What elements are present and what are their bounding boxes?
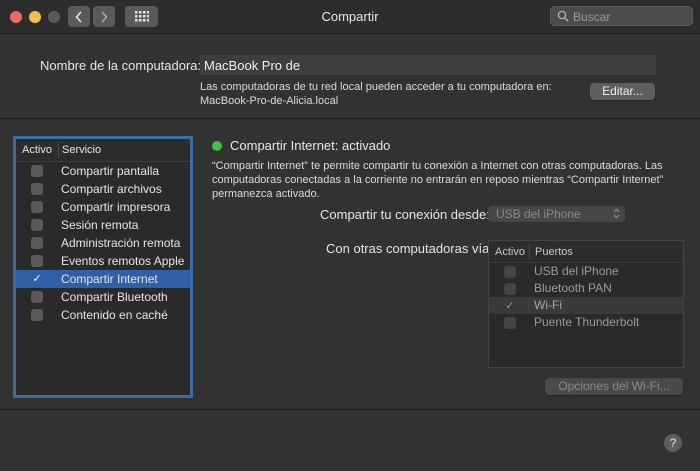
to-computers-label: Con otras computadoras vía: bbox=[326, 241, 493, 256]
service-checkbox[interactable] bbox=[31, 291, 43, 303]
back-button[interactable] bbox=[68, 6, 90, 27]
port-checkbox[interactable] bbox=[504, 283, 516, 295]
service-row[interactable]: Compartir archivos bbox=[16, 180, 190, 198]
port-checkbox[interactable] bbox=[504, 317, 516, 329]
service-checkbox[interactable] bbox=[31, 237, 43, 249]
bottom-divider bbox=[0, 409, 700, 410]
service-label: Compartir Internet bbox=[61, 272, 158, 286]
port-row[interactable]: ✓ Wi-Fi bbox=[489, 297, 683, 314]
service-row[interactable]: Compartir impresora bbox=[16, 198, 190, 216]
chevron-left-icon bbox=[75, 10, 82, 23]
computer-name-field[interactable] bbox=[200, 55, 656, 75]
local-hostname: MacBook-Pro-de-Alicia.local bbox=[200, 95, 339, 107]
column-header-service: Servicio bbox=[62, 144, 102, 156]
service-label: Compartir impresora bbox=[61, 200, 171, 214]
column-separator bbox=[58, 142, 59, 158]
description-line: permanezca activado. bbox=[212, 188, 320, 200]
services-list-header: Activo Servicio bbox=[16, 139, 190, 162]
service-row[interactable]: Compartir pantalla bbox=[16, 162, 190, 180]
service-checkbox[interactable] bbox=[31, 255, 43, 267]
ports-list[interactable]: Activo Puertos USB del iPhone Bluetooth P… bbox=[488, 240, 684, 368]
zoom-window-button[interactable] bbox=[48, 11, 60, 23]
share-from-label: Compartir tu conexión desde: bbox=[320, 207, 490, 222]
chevron-right-icon bbox=[101, 10, 108, 23]
forward-button[interactable] bbox=[93, 6, 115, 27]
network-info-text: Las computadoras de tu red local pueden … bbox=[200, 81, 552, 93]
edit-button[interactable]: Editar... bbox=[590, 83, 655, 100]
service-checkbox[interactable] bbox=[31, 183, 43, 195]
port-row[interactable]: Puente Thunderbolt bbox=[489, 314, 683, 331]
service-row[interactable]: Sesión remota bbox=[16, 216, 190, 234]
service-label: Compartir archivos bbox=[61, 182, 162, 196]
service-checkbox[interactable] bbox=[31, 201, 43, 213]
service-label: Eventos remotos Apple bbox=[61, 254, 185, 268]
help-button[interactable]: ? bbox=[664, 434, 682, 452]
column-header-active: Activo bbox=[495, 246, 525, 258]
updown-chevron-icon bbox=[613, 208, 620, 219]
service-row[interactable]: Eventos remotos Apple bbox=[16, 252, 190, 270]
ports-list-header: Activo Puertos bbox=[489, 241, 683, 263]
close-window-button[interactable] bbox=[10, 11, 22, 23]
port-label: Bluetooth PAN bbox=[534, 281, 612, 295]
port-label: Puente Thunderbolt bbox=[534, 315, 640, 329]
service-row[interactable]: Compartir Bluetooth bbox=[16, 288, 190, 306]
column-separator bbox=[529, 244, 530, 259]
description-line: “Compartir Internet” te permite comparti… bbox=[212, 160, 663, 172]
search-icon bbox=[557, 10, 569, 22]
service-checkbox[interactable] bbox=[31, 219, 43, 231]
port-checkbox[interactable] bbox=[504, 266, 516, 278]
port-row[interactable]: Bluetooth PAN bbox=[489, 280, 683, 297]
service-checkbox[interactable] bbox=[31, 165, 43, 177]
search-field[interactable] bbox=[550, 6, 693, 26]
service-label: Sesión remota bbox=[61, 218, 139, 232]
port-row[interactable]: USB del iPhone bbox=[489, 263, 683, 280]
service-row[interactable]: ✓ Compartir Internet bbox=[16, 270, 190, 288]
service-label: Compartir Bluetooth bbox=[61, 290, 168, 304]
service-label: Administración remota bbox=[61, 236, 181, 250]
status-indicator-icon bbox=[212, 141, 222, 151]
section-divider bbox=[0, 118, 700, 119]
service-label: Compartir pantalla bbox=[61, 164, 160, 178]
sharing-status: Compartir Internet: activado bbox=[230, 138, 391, 153]
wifi-options-button[interactable]: Opciones del Wi-Fi... bbox=[545, 378, 683, 395]
service-checkbox[interactable]: ✓ bbox=[31, 273, 43, 285]
port-label: Wi-Fi bbox=[534, 298, 562, 312]
grid-icon bbox=[134, 11, 149, 22]
computer-name-info: Las computadoras de tu red local pueden … bbox=[200, 80, 552, 108]
column-header-active: Activo bbox=[22, 144, 52, 156]
search-input[interactable] bbox=[571, 9, 690, 25]
share-from-select[interactable]: USB del iPhone bbox=[488, 206, 625, 222]
service-checkbox[interactable] bbox=[31, 309, 43, 321]
service-row[interactable]: Contenido en caché bbox=[16, 306, 190, 324]
port-label: USB del iPhone bbox=[534, 264, 619, 278]
service-label: Contenido en caché bbox=[61, 308, 168, 322]
minimize-window-button[interactable] bbox=[29, 11, 41, 23]
services-list[interactable]: Activo Servicio Compartir pantalla Compar… bbox=[13, 136, 193, 398]
port-checkbox[interactable]: ✓ bbox=[504, 300, 516, 312]
show-all-button[interactable] bbox=[125, 6, 158, 27]
share-from-value: USB del iPhone bbox=[496, 207, 581, 221]
column-header-ports: Puertos bbox=[535, 246, 573, 258]
title-bar: Compartir bbox=[0, 0, 700, 34]
computer-name-label: Nombre de la computadora: bbox=[40, 58, 202, 73]
description-line: computadoras conectadas a la corriente n… bbox=[212, 174, 664, 186]
service-description: “Compartir Internet” te permite comparti… bbox=[212, 159, 682, 201]
service-row[interactable]: Administración remota bbox=[16, 234, 190, 252]
